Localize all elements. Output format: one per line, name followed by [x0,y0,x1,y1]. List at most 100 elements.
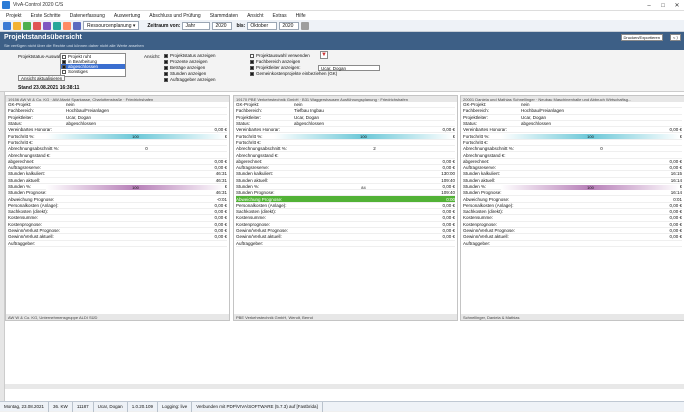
row-value: Hochbau/Freianlagen [66,108,110,114]
from-unit-select[interactable]: Jahr [182,21,211,30]
row-value-right: 0,00 € [214,215,227,221]
menu-extras[interactable]: Extras [272,13,286,19]
menu-datenerfassung[interactable]: Datenerfassung [70,13,105,19]
menu-stammdaten[interactable]: Stammdaten [210,13,238,19]
row-value-right: 0,00 € [442,234,455,240]
row-label: Abweichung Prognose: [236,196,283,202]
checkbox-icon[interactable] [62,64,66,69]
row-value-right: 0:01 [673,196,682,202]
row-label: GK-Projekt: [8,102,32,108]
row-value-right: 0,00 € [214,228,227,234]
menu-projekt[interactable]: Projekt [6,13,22,19]
hours-bar: 100 [501,184,680,190]
row-label: Auftragsreserve: [236,165,270,171]
row-value: Ucar, Dogan [521,114,547,120]
print-icon[interactable] [43,21,51,30]
minimize-button[interactable]: – [642,0,656,11]
row-value: Ucar, Dogan [294,114,320,120]
row-label: Gewinn/Verlust aktuell: [8,234,54,240]
ressourcenplanung-button[interactable]: Ressourcenplanung ▾ [83,21,140,30]
row-label: Abrechnungsabschnitt %: [8,146,60,152]
menu-auswertung[interactable]: Auswertung [114,13,140,19]
menu-ansicht[interactable]: Ansicht [247,13,263,19]
maximize-button[interactable]: □ [656,0,670,11]
close-button[interactable]: ✕ [670,0,684,11]
page-subtitle: Sie verfügen nicht über die Rechte und k… [4,43,144,48]
checkbox-icon[interactable] [62,59,66,64]
menu-bar: Projekt Erste Schritte Datenerfassung Au… [0,11,684,20]
filter-icon[interactable]: ▼ [320,51,328,59]
chk-stunden[interactable]: Stunden anzeigen [164,71,206,76]
row-value: 0 [600,146,603,152]
row-value: Ucar, Dogan [66,114,92,120]
card-footer: AW W & Co. KG, Unternehmensgruppe ALDI S… [6,314,229,320]
progress-bar: 100 [501,134,680,140]
row-value: Tiefbau Ingbau [294,108,324,114]
status-listbox[interactable]: Projekt ruht in Bearbeitung abgeschlosse… [60,53,126,77]
row-value-right: 16:15 [670,171,682,177]
chk-projektleiter[interactable]: Projektleiter anzeigen: [250,65,301,70]
row-label: Vereinbartes Honorar: [463,127,508,133]
menu-abschluss[interactable]: Abschluss und Prüfung [149,13,200,19]
chk-projektstatus[interactable]: Projektstatus anzeigen [164,53,216,58]
home-icon[interactable] [3,21,11,30]
row-label: Projektleiter: [463,114,489,120]
menu-hilfe[interactable]: Hilfe [296,13,306,19]
row-value-right: 0,00 € [669,158,682,164]
chk-prozente[interactable]: Prozente anzeigen [164,59,208,64]
row-value-right: 0,00 € [214,158,227,164]
row-label: Stunden kalkuliert: [8,171,46,177]
row-value-right: 0,00 € [669,228,682,234]
row-label: Personalkosten (Anlage): [236,202,287,208]
open-folder-icon[interactable] [13,21,21,30]
chk-fachbereich[interactable]: Fachbereich anzeigen [250,59,300,64]
row-value-right: 0,00 € [442,228,455,234]
row-label: abgerechnet: [236,158,263,164]
project-card[interactable]: 19156 AW W & Co. KG · AW-Markt Sparkasse… [5,95,230,321]
status-connection: Verbunden mit PDP\VIVA\SOFTWARE (5.7.3) … [192,401,323,412]
chk-betraege[interactable]: Beträge anzeigen [164,65,205,70]
row-value-right: 109:40 [441,190,455,196]
menu-erste-schritte[interactable]: Erste Schritte [31,13,61,19]
refresh-view-button[interactable]: Ansicht aktualisieren [18,75,66,81]
chk-projektauswahl[interactable]: Projektauswahl verwenden [250,53,310,58]
row-label: Stunden Prognose: [236,190,275,196]
row-label: Gewinn/Verlust Prognose: [8,228,61,234]
row-value-right: 0,00 € [669,221,682,227]
row-label: Stunden aktuell: [463,177,496,183]
checkbox-icon[interactable] [62,54,66,59]
row-value-right: 0,00 € [669,202,682,208]
row-value-right: 46:31 [215,177,227,183]
refresh-icon[interactable] [53,21,61,30]
project-card[interactable]: 20001 Daniela und Mathias Schnellinger ·… [460,95,684,321]
row-label: Kostensumme: [463,215,494,221]
row-label: Projektleiter: [236,114,262,120]
pin-button[interactable]: < ⟩ [669,34,681,41]
row-value-right: 0,00 € [442,202,455,208]
row-value-right: 0,00 € [442,165,455,171]
delete-icon[interactable] [33,21,41,30]
project-card[interactable]: 19170 PBE Verkehrstechnik GmbH · B31 Wag… [233,95,458,321]
users-icon[interactable] [73,21,81,30]
from-year-select[interactable]: 2020 [212,21,233,30]
row-label: abgerechnet: [463,158,490,164]
row-label: Vereinbartes Honorar: [236,127,281,133]
to-month-select[interactable]: Oktober [247,21,278,30]
row-label: Fortschritt €: [236,139,262,145]
calendar-icon[interactable] [63,21,71,30]
chk-gemeinkosten[interactable]: Gemeinkostenprojekte einbeziehen (GK) [250,71,337,76]
row-label: Sachkosten (direkt): [236,209,277,215]
chk-auftraggeber[interactable]: Auftraggeber anzeigen [164,77,216,82]
row-label: Kostenprognose: [236,221,271,227]
checkbox-icon[interactable] [62,69,66,74]
row-value-right: 46:31 [215,171,227,177]
row-value-right: 0,00 € [442,127,455,133]
save-icon[interactable] [23,21,31,30]
row-label: Abrechnungsstand €: [463,152,506,158]
to-year-select[interactable]: 2020 [279,21,300,30]
status-item-sonstiges[interactable]: Sonstiges [61,69,125,74]
print-export-button[interactable]: Drucken/Exportieren [620,34,663,41]
row-value-right: 46:31 [215,190,227,196]
settings-icon[interactable] [301,21,310,30]
horizontal-scrollbar[interactable] [5,384,684,389]
